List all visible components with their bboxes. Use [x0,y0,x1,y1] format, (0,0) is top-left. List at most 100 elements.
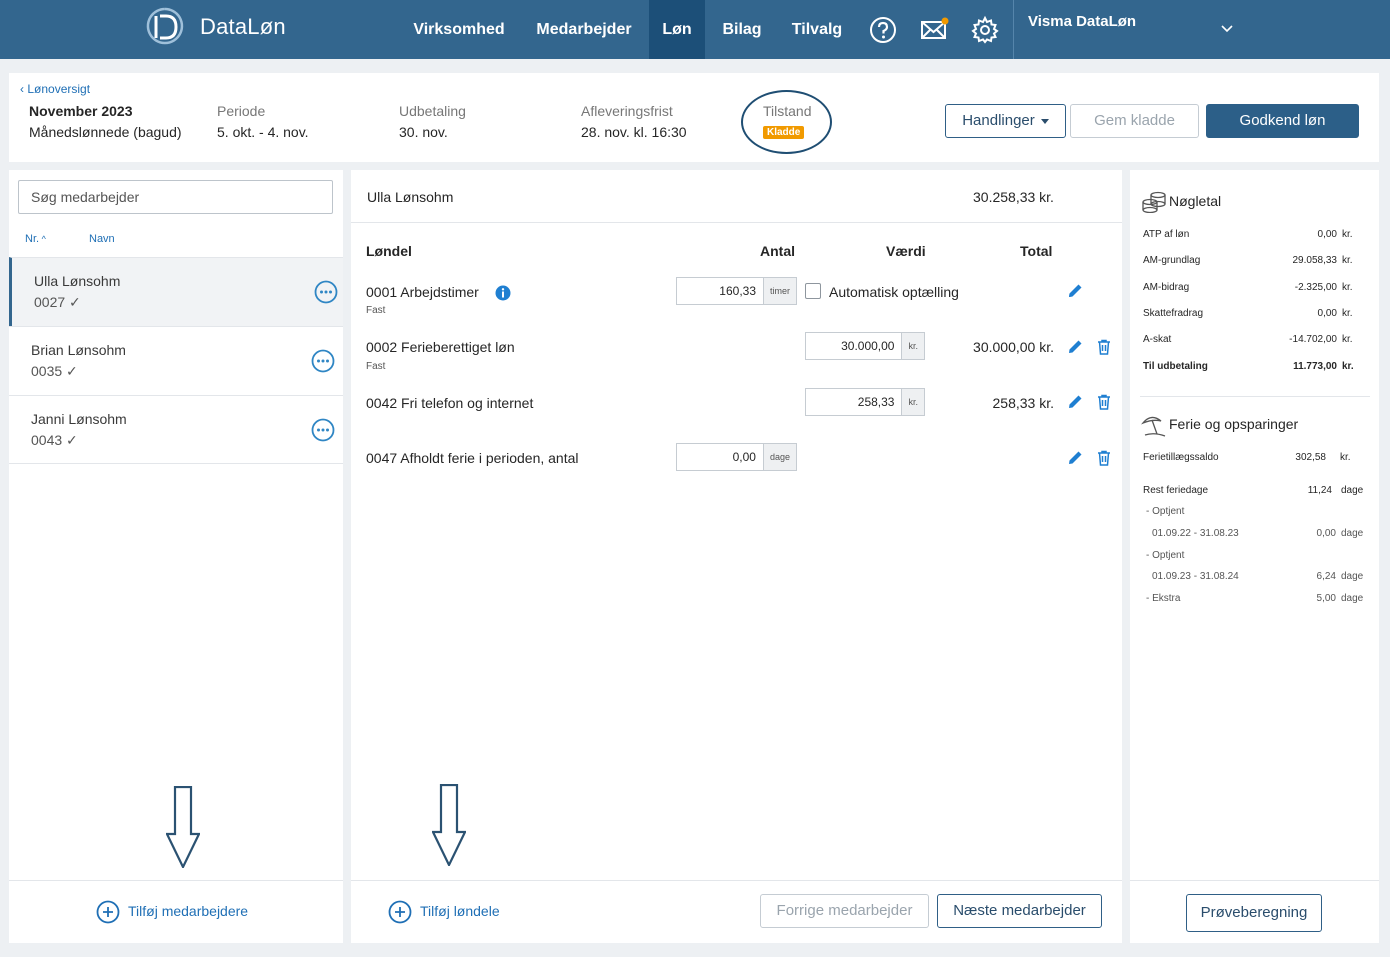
employee-number: 0035 ✓ [31,363,78,379]
employee-number: 0027 ✓ [34,294,81,310]
actions-dropdown-button[interactable]: Handlinger [945,104,1066,138]
mail-icon[interactable] [919,15,949,45]
vacation-detail-value: 6,24 [1316,571,1336,582]
more-options-icon[interactable] [311,349,335,373]
arrow-down-icon [166,786,200,868]
app-name[interactable]: DataLøn [200,14,286,40]
nav-virksomhed[interactable]: Virksomhed [404,0,514,59]
key-figure-value: 0,00 [1317,308,1337,319]
settings-icon[interactable] [970,15,1000,45]
back-link-label: Lønoversigt [27,82,91,96]
sort-by-number[interactable]: Nr. ^ [25,233,46,245]
vacation-title: Ferie og opsparinger [1169,416,1299,432]
quantity-input[interactable]: 0,00 dage [676,443,797,471]
column-header-item: Løndel [366,243,412,259]
search-input[interactable]: Søg medarbejder [18,180,333,214]
auto-count-checkbox[interactable] [805,283,821,299]
add-circle-icon[interactable] [388,900,412,924]
beach-umbrella-icon [1141,416,1166,437]
dataloen-logo-icon[interactable] [146,7,184,47]
delete-icon[interactable] [1095,449,1113,467]
key-figure-label: Til udbetaling [1143,361,1208,372]
pay-line-name: 0047 Afholdt ferie i perioden, antal [366,450,579,466]
edit-icon[interactable] [1066,449,1084,467]
panel-divider [1140,396,1370,397]
arrow-down-icon [432,784,466,866]
add-pay-items-link[interactable]: Tilføj løndele [420,903,500,919]
vacation-detail-unit: dage [1341,593,1364,604]
vacation-detail-value: 0,00 [1316,528,1336,539]
value-unit: kr. [901,333,924,359]
edit-icon[interactable] [1066,338,1084,356]
sort-by-name[interactable]: Navn [89,233,115,245]
pay-line-total: 30.000,00 kr. [973,339,1054,355]
quantity-unit: dage [762,444,796,470]
rest-vacation-days-label: Rest feriedage [1143,485,1209,496]
key-figures-title: Nøgletal [1169,193,1222,209]
more-options-icon[interactable] [311,418,335,442]
status-label: Tilstand [763,103,812,119]
trial-calculation-button[interactable]: Prøveberegning [1186,894,1322,932]
value-input[interactable]: 30.000,00 kr. [805,332,925,360]
quantity-value: 160,33 [677,278,763,304]
save-draft-button[interactable]: Gem kladde [1070,104,1199,138]
edit-icon[interactable] [1066,282,1084,300]
pay-line-name: 0001 Arbejdstimer [366,284,479,300]
period-value: 5. okt. - 4. nov. [217,124,309,140]
key-figure-unit: kr. [1342,308,1353,319]
check-icon: ✓ [66,432,78,448]
status-badge: Kladde [763,126,805,139]
employee-row[interactable]: Brian Lønsohm 0035 ✓ [9,326,343,395]
vacation-detail-label: - Optjent [1146,550,1185,561]
vacation-balance-label: Ferietillægssaldo [1143,452,1219,463]
nav-medarbejder[interactable]: Medarbejder [526,0,642,59]
nav-divider [1013,0,1014,59]
add-employees-link[interactable]: Tilføj medarbejdere [128,903,248,919]
sort-nr-label: Nr. [25,233,40,245]
key-figure-value: -2.325,00 [1294,282,1337,293]
vacation-balance-unit: kr. [1340,452,1351,463]
help-icon[interactable] [868,15,898,45]
company-selector[interactable]: Visma DataLøn [1028,13,1136,30]
vacation-balance-value: 302,58 [1295,452,1326,463]
column-header-value: Værdi [886,243,926,259]
payslip-employee-name: Ulla Lønsohm [367,189,454,205]
payout-value: 30. nov. [399,124,448,140]
payslip-divider [351,222,1122,223]
chevron-down-icon[interactable] [1219,23,1235,35]
nav-tilvalg[interactable]: Tilvalg [784,0,850,59]
approve-payroll-button[interactable]: Godkend løn [1206,104,1359,138]
vacation-detail-value: 5,00 [1316,593,1336,604]
edit-icon[interactable] [1066,393,1084,411]
rest-vacation-days-unit: dage [1341,485,1364,496]
key-figure-value: 29.058,33 [1292,255,1338,266]
employee-name: Ulla Lønsohm [34,273,121,289]
deadline-label: Afleveringsfrist [581,103,673,119]
quantity-unit: timer [763,278,796,304]
vacation-detail-label: 01.09.23 - 31.08.24 [1152,571,1239,582]
info-icon[interactable] [495,285,511,301]
vacation-detail-unit: dage [1341,528,1364,539]
coins-icon [1142,191,1166,213]
previous-employee-button[interactable]: Forrige medarbejder [760,894,929,928]
employee-row[interactable]: Janni Lønsohm 0043 ✓ [9,395,343,464]
value-input[interactable]: 258,33 kr. [805,388,925,416]
quantity-input[interactable]: 160,33 timer [676,277,797,305]
employee-row[interactable]: Ulla Lønsohm 0027 ✓ [9,257,343,326]
column-header-quantity: Antal [760,243,795,259]
key-figure-label: AM-grundlag [1143,255,1201,266]
more-options-icon[interactable] [314,280,338,304]
vacation-detail-label: - Ekstra [1146,593,1181,604]
key-figure-label: A-skat [1143,334,1172,345]
delete-icon[interactable] [1095,338,1113,356]
delete-icon[interactable] [1095,393,1113,411]
key-figure-unit: kr. [1342,334,1353,345]
add-circle-icon[interactable] [96,900,120,924]
nav-loen[interactable]: Løn [649,0,705,59]
employee-number: 0043 ✓ [31,432,78,448]
payslip-total: 30.258,33 kr. [973,189,1054,205]
next-employee-button[interactable]: Næste medarbejder [937,894,1102,928]
quantity-value: 0,00 [677,444,763,470]
back-link[interactable]: ‹ Lønoversigt [20,82,90,96]
nav-bilag[interactable]: Bilag [716,0,768,59]
